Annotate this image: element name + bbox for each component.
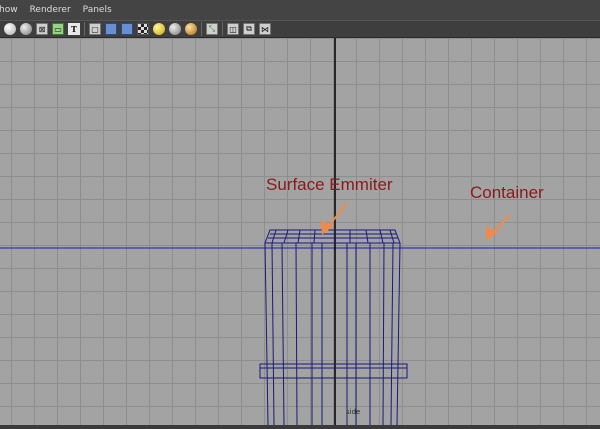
- menu-show[interactable]: how: [0, 0, 24, 20]
- grid-icon[interactable]: ⊠: [36, 23, 48, 35]
- shadows-icon[interactable]: [185, 23, 197, 35]
- camera-attribute-icon[interactable]: [20, 23, 32, 35]
- menu-panels[interactable]: Panels: [77, 0, 118, 20]
- toolbar-separator: [84, 22, 85, 36]
- emitter-annotation: Surface Emmiter: [266, 175, 393, 194]
- film-gate-icon[interactable]: ▭: [52, 23, 64, 35]
- viewport-side[interactable]: Surface Emmiter Container side: [0, 38, 600, 425]
- viewport-bottom-border: [0, 425, 600, 429]
- resolution-gate-icon[interactable]: T: [68, 23, 80, 35]
- menu-renderer[interactable]: Renderer: [24, 0, 77, 20]
- toolbar-separator: [222, 22, 223, 36]
- menu-bar: how Renderer Panels: [0, 0, 600, 20]
- select-camera-icon[interactable]: ⤡: [206, 23, 218, 35]
- container-annotation: Container: [470, 183, 544, 202]
- xray-icon[interactable]: ◫: [227, 23, 239, 35]
- wireframe-icon[interactable]: [105, 23, 117, 35]
- emitter-wireframe: [259, 229, 408, 425]
- camera-name-label: side: [346, 408, 361, 416]
- container-arrow: [486, 214, 511, 242]
- texture-icon[interactable]: [137, 23, 149, 35]
- smooth-shade-icon[interactable]: [121, 23, 133, 35]
- scene-svg: [0, 38, 600, 425]
- toolbar-separator: [201, 22, 202, 36]
- hud-icon[interactable]: ⋈: [259, 23, 271, 35]
- xray-joints-icon[interactable]: ⧉: [243, 23, 255, 35]
- camera-icon[interactable]: [4, 23, 16, 35]
- all-lights-icon[interactable]: [169, 23, 181, 35]
- isolate-select-icon[interactable]: ▢: [89, 23, 101, 35]
- panel-toolbar: ⊠ ▭ T ▢ ⤡ ◫ ⧉ ⋈: [0, 20, 600, 38]
- default-light-icon[interactable]: [153, 23, 165, 35]
